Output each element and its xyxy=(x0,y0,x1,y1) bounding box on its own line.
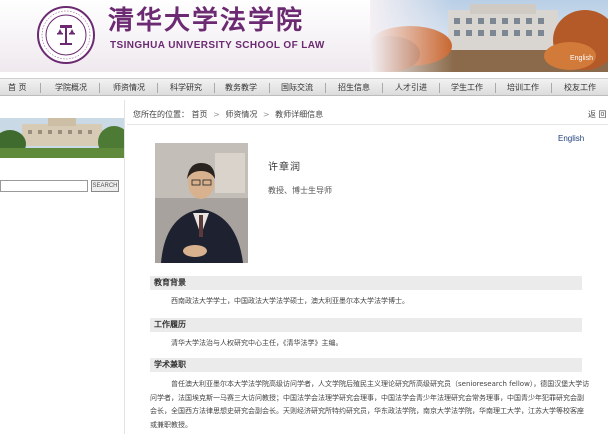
breadcrumb: 您所在的位置： 首页 > 师资情况 > 教师详细信息 xyxy=(133,108,603,122)
nav-divider xyxy=(439,83,440,93)
breadcrumb-separator: > xyxy=(213,110,220,119)
nav-divider xyxy=(551,83,552,93)
column-divider xyxy=(124,100,125,434)
nav-divider xyxy=(214,83,215,93)
nav-divider xyxy=(495,83,496,93)
campus-building-photo xyxy=(0,118,124,158)
breadcrumb-prefix: 您所在的位置： xyxy=(133,110,189,119)
nav-training[interactable]: 培训工作 xyxy=(507,79,539,96)
nav-alumni[interactable]: 校友工作 xyxy=(564,79,596,96)
breadcrumb-divider xyxy=(127,124,608,125)
section-heading-career: 工作履历 xyxy=(150,318,582,332)
nav-divider xyxy=(40,83,41,93)
header-english-link[interactable]: English xyxy=(570,55,593,62)
breadcrumb-home[interactable]: 首页 xyxy=(192,110,208,119)
nav-divider xyxy=(382,83,383,93)
nav-recruitment[interactable]: 人才引进 xyxy=(395,79,427,96)
faculty-title: 教授、博士生导师 xyxy=(268,186,332,195)
faculty-name: 许章润 xyxy=(268,162,301,173)
section-heading-education: 教育背景 xyxy=(150,276,582,290)
nav-divider xyxy=(157,83,158,93)
nav-research[interactable]: 科学研究 xyxy=(170,79,202,96)
profile-english-link[interactable]: English xyxy=(558,134,584,143)
breadcrumb-current: 教师详细信息 xyxy=(275,110,324,119)
nav-divider xyxy=(99,83,100,93)
university-seal-logo[interactable] xyxy=(36,5,96,65)
section-text-education: 西南政法大学学士，中国政法大学法学硕士，澳大利亚墨尔本大学法学博士。 xyxy=(171,297,409,305)
site-title-en: TSINGHUA UNIVERSITY SCHOOL OF LAW xyxy=(110,40,325,51)
nav-admissions[interactable]: 招生信息 xyxy=(338,79,370,96)
section-text-career: 清华大学法治与人权研究中心主任，《清华法学》主编。 xyxy=(171,339,343,347)
nav-about[interactable]: 学院概况 xyxy=(55,79,87,96)
search-button[interactable]: SEARCH xyxy=(91,180,119,192)
nav-divider xyxy=(325,83,326,93)
section-heading-academic: 学术兼职 xyxy=(150,358,582,372)
nav-student-affairs[interactable]: 学生工作 xyxy=(451,79,483,96)
nav-divider xyxy=(269,83,270,93)
site-header: 清华大学法学院 TSINGHUA UNIVERSITY SCHOOL OF LA… xyxy=(0,0,608,72)
breadcrumb-separator: > xyxy=(262,110,270,119)
nav-teaching[interactable]: 教务教学 xyxy=(225,79,257,96)
site-title-cn: 清华大学法学院 xyxy=(108,6,305,36)
breadcrumb-faculty[interactable]: 师资情况 xyxy=(225,110,257,119)
main-nav: 首 页 学院概况 师资情况 科学研究 教务教学 国际交流 招生信息 人才引进 学… xyxy=(0,78,608,96)
search-input[interactable] xyxy=(0,180,88,192)
nav-faculty[interactable]: 师资情况 xyxy=(113,79,145,96)
nav-home[interactable]: 首 页 xyxy=(8,79,27,96)
faculty-portrait xyxy=(155,143,248,263)
nav-international[interactable]: 国际交流 xyxy=(281,79,313,96)
back-link[interactable]: 返 回 xyxy=(588,108,607,122)
section-text-academic: 曾任澳大利亚墨尔本大学法学院高级访问学者，人文学院后殖民主义理论研究所高级研究员… xyxy=(150,380,590,429)
